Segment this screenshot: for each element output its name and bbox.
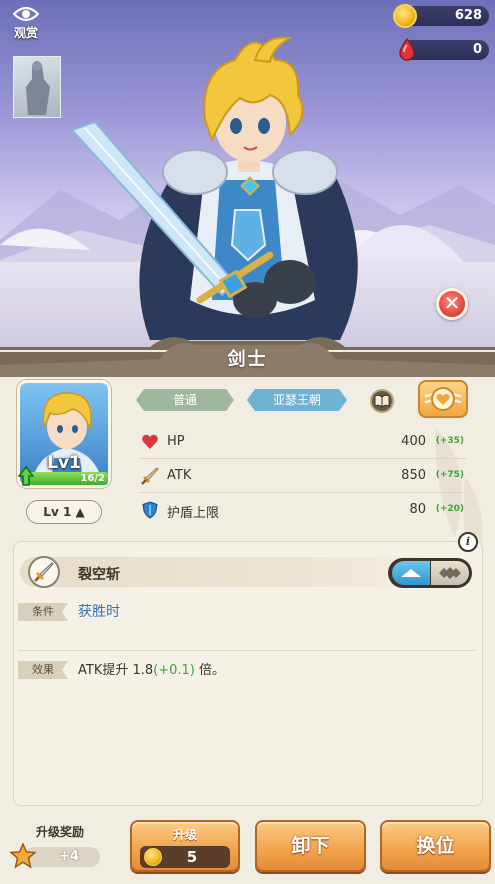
exp-text: 16/2 [80,473,105,484]
stat-value: 850 [401,468,426,483]
diamond-pattern-icon [439,567,461,579]
upgrade-button[interactable]: 升级 5 [130,820,240,872]
upgrade-reward-label: 升级奖励 [35,825,84,839]
blood-gem-icon [399,38,415,61]
hero-scene: 观赏 628 0 ✕ [0,0,495,352]
effect-suffix: 倍。 [194,663,226,678]
coin-icon [393,4,417,28]
statue-icon [26,61,50,115]
award-button[interactable] [418,380,468,418]
wave-up-icon [401,569,421,577]
condition-text: 获胜时 [78,604,120,620]
stat-name: ATK [167,468,192,483]
stat-value: 80 [409,502,426,517]
stat-bonus: (+75) [435,470,464,480]
skin-thumbnail[interactable] [13,56,61,118]
effect-prefix: ATK提升 1.8 [78,663,154,678]
level-select-button[interactable]: Lv 1 ▲ [26,500,102,524]
sword-icon [141,467,159,485]
condition-tag: 条件 [18,603,68,621]
skill-sword-icon [33,562,54,583]
toggle-option-inactive[interactable] [431,561,469,585]
effect-tag: 效果 [18,661,68,679]
skill-emblem [28,556,60,588]
stat-name: 护盾上限 [167,506,220,521]
stat-row-hp: HP 400 (+35) [139,427,466,459]
stat-value: 400 [401,434,426,449]
divider [18,650,476,651]
codex-button[interactable] [370,389,394,413]
hero-name: 剑士 [227,349,268,370]
heart-badge-icon [424,387,462,411]
toggle-option-active[interactable] [392,561,430,585]
close-button[interactable]: ✕ [436,288,468,320]
swap-button[interactable]: 换位 [380,820,491,872]
coin-icon [144,848,162,866]
stat-row-shield: 护盾上限 80 (+20) [139,495,466,527]
heart-icon [142,434,158,449]
upgrade-label: 升级 [172,828,197,842]
stat-name: HP [167,434,185,449]
info-icon[interactable]: i [458,532,478,552]
level-up-arrow-icon [18,466,34,486]
stat-row-atk: ATK 850 (+75) [139,461,466,493]
stat-bonus: (+20) [435,504,464,514]
book-icon [374,394,390,408]
effect-bonus: (+0.1) [153,663,195,678]
effect-text: ATK提升 1.8(+0.1) 倍。 [78,659,225,678]
rarity-tag: 普通 [136,389,234,411]
shield-icon [142,501,158,519]
unequip-button[interactable]: 卸下 [255,820,366,872]
stat-bonus: (+35) [435,436,464,446]
view-label: 观赏 [13,26,38,40]
eye-icon [13,6,39,22]
view-mode-button[interactable]: 观赏 [9,4,43,48]
star-icon [10,843,36,869]
close-icon: ✕ [443,291,461,315]
faction-tag: 亚瑟王朝 [247,389,347,411]
skill-mode-toggle[interactable] [388,558,472,588]
skill-name: 裂空斩 [78,567,120,583]
